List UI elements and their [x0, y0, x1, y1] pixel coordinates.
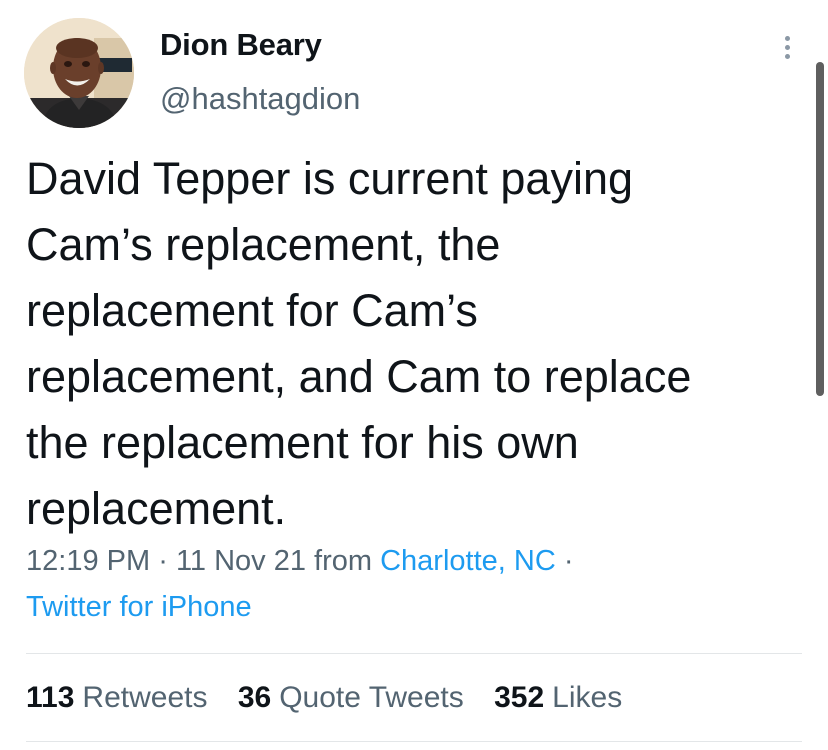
- retweets-stat[interactable]: 113 Retweets: [26, 681, 207, 714]
- tweet-text-line: replacement for Cam’s: [26, 285, 478, 336]
- tweet-text: David Tepper is current paying Cam’s rep…: [26, 146, 796, 542]
- tweet-text-line: Cam’s replacement, the: [26, 219, 501, 270]
- from-label: from: [314, 545, 373, 577]
- tweet-text-line: David Tepper is current paying: [26, 153, 633, 204]
- meta-separator: ·: [563, 545, 574, 577]
- quote-tweets-label: Quote Tweets: [279, 681, 464, 714]
- quote-tweets-count: 36: [237, 681, 272, 714]
- likes-count: 352: [494, 681, 545, 714]
- retweets-label: Retweets: [82, 681, 208, 714]
- tweet-detail: Dion Beary @hashtagdion David Tepper is …: [0, 0, 828, 750]
- location-link[interactable]: Charlotte, NC: [380, 545, 556, 577]
- source-link[interactable]: Twitter for iPhone: [26, 584, 252, 630]
- divider: [26, 653, 802, 654]
- retweets-count: 113: [26, 681, 75, 714]
- likes-label: Likes: [552, 681, 623, 714]
- more-vertical-icon[interactable]: [779, 36, 795, 68]
- tweet-text-line: the replacement for his own: [26, 417, 579, 468]
- tweet-date[interactable]: 11 Nov 21: [176, 545, 306, 577]
- divider: [26, 741, 802, 742]
- tweet-text-line: replacement.: [26, 483, 287, 534]
- tweet-text-line: replacement, and Cam to replace: [26, 351, 692, 402]
- tweet-metadata: 12:19 PM · 11 Nov 21 from Charlotte, NC …: [26, 538, 574, 584]
- scrollbar[interactable]: [816, 62, 824, 396]
- likes-stat[interactable]: 352 Likes: [494, 681, 622, 714]
- quote-tweets-stat[interactable]: 36 Quote Tweets: [238, 681, 464, 714]
- meta-separator: ·: [158, 545, 168, 577]
- tweet-time[interactable]: 12:19 PM: [26, 545, 150, 577]
- engagement-stats: 113 Retweets 36 Quote Tweets 352 Likes: [26, 676, 644, 720]
- avatar[interactable]: [24, 18, 134, 128]
- author-display-name[interactable]: Dion Beary: [160, 27, 322, 63]
- author-handle[interactable]: @hashtagdion: [160, 81, 360, 117]
